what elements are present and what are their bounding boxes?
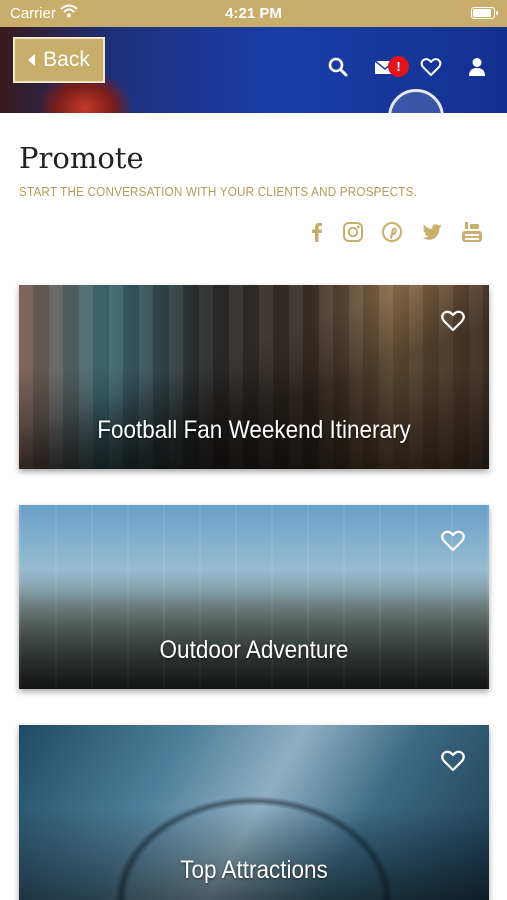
- facebook-icon[interactable]: [305, 220, 329, 244]
- status-bar: Carrier 4:21 PM: [0, 0, 507, 27]
- youtube-icon[interactable]: [460, 220, 484, 244]
- card-football-fan-weekend[interactable]: Football Fan Weekend Itinerary: [19, 285, 489, 469]
- favorite-heart-icon[interactable]: [440, 749, 466, 773]
- page-subtitle: START THE CONVERSATION WITH YOUR CLIENTS…: [19, 184, 418, 199]
- card-title: Top Attractions: [180, 856, 328, 884]
- twitter-icon[interactable]: [420, 220, 444, 244]
- back-button-label: Back: [43, 48, 90, 71]
- card-title: Football Fan Weekend Itinerary: [97, 416, 411, 444]
- favorite-heart-icon[interactable]: [440, 529, 466, 553]
- user-icon[interactable]: [466, 56, 488, 78]
- battery-icon: [471, 7, 498, 19]
- favorite-heart-icon[interactable]: [440, 309, 466, 333]
- header-banner: Back !: [0, 27, 507, 113]
- card-top-attractions[interactable]: Top Attractions: [19, 725, 489, 900]
- notification-badge[interactable]: !: [388, 56, 409, 77]
- card-title: Outdoor Adventure: [159, 636, 349, 664]
- pinterest-icon[interactable]: [380, 220, 404, 244]
- back-arrow-icon: [28, 54, 36, 66]
- instagram-icon[interactable]: [341, 220, 365, 244]
- clock-label: 4:21 PM: [225, 5, 282, 22]
- heart-icon[interactable]: [420, 56, 442, 78]
- page-title: Promote: [19, 141, 144, 175]
- search-icon[interactable]: [327, 56, 349, 78]
- header-dome-image: [388, 89, 444, 113]
- card-outdoor-adventure[interactable]: Outdoor Adventure: [19, 505, 489, 689]
- back-button[interactable]: Back: [13, 37, 105, 83]
